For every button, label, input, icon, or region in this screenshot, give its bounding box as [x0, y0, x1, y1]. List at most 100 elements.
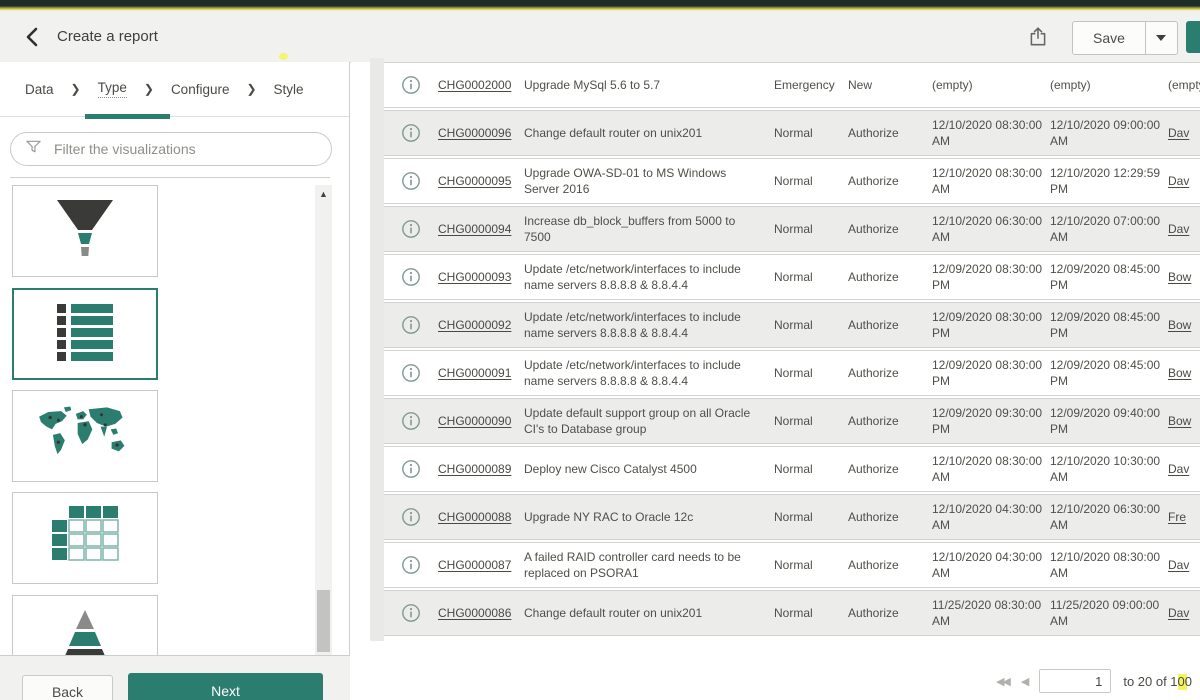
info-icon[interactable] [384, 75, 438, 95]
assigned-to-link[interactable]: Bow [1168, 413, 1200, 429]
change-number-link[interactable]: CHG0000092 [438, 317, 524, 333]
change-number-link[interactable]: CHG0000090 [438, 413, 524, 429]
short-description: Upgrade MySql 5.6 to 5.7 [524, 77, 774, 93]
active-step-indicator [85, 114, 170, 119]
short-description: Change default router on unix201 [524, 125, 774, 141]
assigned-to-value: (empty) [1168, 77, 1200, 93]
page-input[interactable] [1039, 669, 1111, 693]
priority-value: Normal [774, 221, 848, 237]
info-icon[interactable] [384, 363, 438, 383]
short-description: Increase db_block_buffers from 5000 to 7… [524, 213, 774, 245]
info-icon[interactable] [384, 507, 438, 527]
step-configure[interactable]: Configure [171, 82, 230, 97]
change-number-link[interactable]: CHG0000087 [438, 557, 524, 573]
pagination-range-text: to 20 of 100 [1123, 674, 1192, 689]
assigned-to-link[interactable]: Bow [1168, 317, 1200, 333]
share-button[interactable] [1022, 22, 1054, 54]
info-icon[interactable] [384, 315, 438, 335]
report-preview-area: CHG0002000Upgrade MySql 5.6 to 5.7Emerge… [351, 62, 1200, 700]
info-icon[interactable] [384, 267, 438, 287]
info-icon[interactable] [384, 555, 438, 575]
top-brand-stripe [0, 0, 1200, 11]
info-icon[interactable] [384, 219, 438, 239]
assigned-to-link[interactable]: Dav [1168, 461, 1200, 477]
state-value: Authorize [848, 557, 932, 573]
start-date-value: 12/10/2020 08:30:00 AM [932, 117, 1050, 149]
viz-heatmap-thumbnail[interactable] [12, 492, 158, 584]
assigned-to-link[interactable]: Fre [1168, 509, 1200, 525]
start-date-value: 12/10/2020 06:30:00 AM [932, 213, 1050, 245]
save-button[interactable]: Save [1073, 22, 1145, 54]
short-description: Update default support group on all Orac… [524, 405, 774, 437]
end-date-value: 12/10/2020 12:29:59 PM [1050, 165, 1168, 197]
viz-list-thumbnail[interactable] [12, 288, 158, 380]
assigned-to-link[interactable]: Dav [1168, 173, 1200, 189]
assigned-to-link[interactable]: Dav [1168, 125, 1200, 141]
start-date-value: 12/09/2020 08:30:00 PM [932, 261, 1050, 293]
short-description: Deploy new Cisco Catalyst 4500 [524, 461, 774, 477]
end-date-value: 12/10/2020 08:30:00 AM [1050, 549, 1168, 581]
state-value: New [848, 77, 932, 93]
edge-accent-button-partial[interactable] [1186, 21, 1200, 53]
report-table-rows: CHG0002000Upgrade MySql 5.6 to 5.7Emerge… [384, 62, 1200, 638]
info-icon[interactable] [384, 603, 438, 623]
breadcrumb-chevron-icon: ❯ [71, 82, 81, 96]
first-page-button[interactable]: ◀◀ [996, 675, 1009, 688]
step-style[interactable]: Style [274, 82, 304, 97]
state-value: Authorize [848, 173, 932, 189]
assigned-to-link[interactable]: Bow [1168, 365, 1200, 381]
change-number-link[interactable]: CHG0000086 [438, 605, 524, 621]
next-button[interactable]: Next [128, 673, 323, 700]
table-left-scrollbar[interactable] [370, 58, 384, 641]
assigned-to-link[interactable]: Bow [1168, 269, 1200, 285]
short-description: Update /etc/network/interfaces to includ… [524, 357, 774, 389]
change-number-link[interactable]: CHG0002000 [438, 77, 524, 93]
short-description: Upgrade NY RAC to Oracle 12c [524, 509, 774, 525]
short-description: Update /etc/network/interfaces to includ… [524, 261, 774, 293]
end-date-value: 11/25/2020 09:00:00 AM [1050, 597, 1168, 629]
change-number-link[interactable]: CHG0000093 [438, 269, 524, 285]
table-row: CHG0000094Increase db_block_buffers from… [384, 206, 1200, 252]
change-number-link[interactable]: CHG0000088 [438, 509, 524, 525]
scrollbar-thumb[interactable] [317, 590, 330, 652]
chevron-down-icon [1156, 35, 1166, 41]
assigned-to-link[interactable]: Dav [1168, 557, 1200, 573]
filter-input[interactable] [52, 140, 321, 158]
report-type-panel: Data ❯ Type ❯ Configure ❯ Style [0, 62, 350, 700]
assigned-to-link[interactable]: Dav [1168, 605, 1200, 621]
change-number-link[interactable]: CHG0000094 [438, 221, 524, 237]
info-icon[interactable] [384, 459, 438, 479]
step-data[interactable]: Data [25, 82, 54, 97]
back-button[interactable]: Back [22, 675, 113, 700]
change-number-link[interactable]: CHG0000095 [438, 173, 524, 189]
back-chevron-button[interactable] [18, 24, 46, 52]
start-date-value: 12/10/2020 04:30:00 AM [932, 549, 1050, 581]
info-icon[interactable] [384, 411, 438, 431]
step-type[interactable]: Type [98, 80, 127, 98]
info-icon[interactable] [384, 123, 438, 143]
wizard-breadcrumb: Data ❯ Type ❯ Configure ❯ Style [0, 62, 349, 117]
start-date-value: 12/10/2020 08:30:00 AM [932, 165, 1050, 197]
info-icon[interactable] [384, 171, 438, 191]
end-date-value: 12/10/2020 06:30:00 AM [1050, 501, 1168, 533]
change-number-link[interactable]: CHG0000096 [438, 125, 524, 141]
list-top-divider [10, 177, 330, 178]
breadcrumb-chevron-icon: ❯ [246, 82, 256, 96]
page-title: Create a report [57, 28, 158, 45]
viz-funnel-thumbnail[interactable] [12, 185, 158, 277]
viz-map-thumbnail[interactable] [12, 390, 158, 482]
pagination-range: to 20 of 100 [1123, 674, 1192, 689]
state-value: Authorize [848, 413, 932, 429]
breadcrumb-chevron-icon: ❯ [144, 82, 154, 96]
save-split-button: Save [1072, 21, 1178, 55]
save-dropdown-button[interactable] [1145, 22, 1177, 54]
pagination-bar: ◀◀ ◀ to 20 of 100 [996, 669, 1192, 693]
scrollbar-up-icon[interactable]: ▲ [315, 189, 332, 199]
state-value: Authorize [848, 317, 932, 333]
change-number-link[interactable]: CHG0000091 [438, 365, 524, 381]
previous-page-button[interactable]: ◀ [1021, 675, 1027, 688]
change-number-link[interactable]: CHG0000089 [438, 461, 524, 477]
assigned-to-link[interactable]: Dav [1168, 221, 1200, 237]
viz-list-scrollbar[interactable]: ▲ ▼ [315, 185, 332, 700]
state-value: Authorize [848, 605, 932, 621]
